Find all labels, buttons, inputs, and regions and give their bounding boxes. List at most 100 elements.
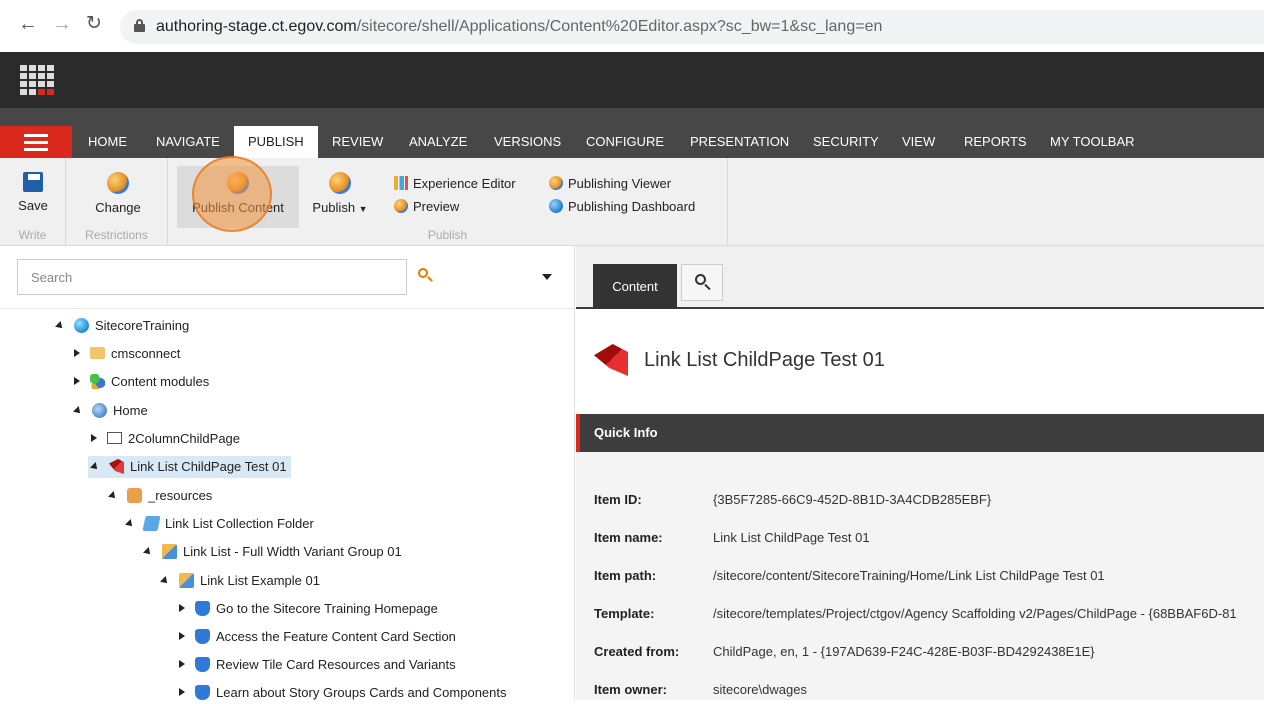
tree-item-content-modules[interactable]: Content modules [74, 371, 209, 393]
expand-icon[interactable] [179, 604, 185, 612]
folder-icon [90, 347, 105, 359]
item-id-label: Item ID: [594, 492, 642, 507]
write-group-label: Write [18, 228, 47, 242]
tree-item-link[interactable]: Access the Feature Content Card Section [179, 626, 456, 648]
tree-item-link-list-childpage-test-01[interactable]: Link List ChildPage Test 01 [88, 456, 291, 478]
tree-item-home[interactable]: Home [73, 400, 148, 422]
preview-button[interactable]: Preview [394, 199, 459, 219]
collapse-icon[interactable] [55, 321, 65, 331]
chevron-down-icon: ▼ [358, 204, 368, 214]
tab-my-toolbar[interactable]: MY TOOLBAR [1036, 126, 1149, 158]
tree-item-resources[interactable]: _resources [108, 485, 212, 507]
search-input[interactable] [18, 260, 406, 294]
search-field[interactable] [17, 259, 407, 295]
collapse-icon[interactable] [90, 462, 100, 472]
publishing-viewer-icon [549, 176, 563, 190]
collapse-icon[interactable] [73, 406, 83, 416]
tab-versions[interactable]: VERSIONS [480, 126, 575, 158]
lock-icon [134, 19, 145, 32]
quick-info-row: Template: /sitecore/templates/Project/ct… [576, 606, 1264, 626]
browser-bar: ← → ↻ authoring-stage.ct.egov.com/siteco… [0, 0, 1264, 52]
globe-clock-icon [107, 172, 129, 194]
publish-globe-icon [329, 172, 351, 194]
created-from-label: Created from: [594, 644, 680, 659]
template-label: Template: [594, 606, 655, 621]
link-list-example-icon [179, 573, 194, 588]
quick-info-row: Item path: /sitecore/content/SitecoreTra… [576, 568, 1264, 588]
item-owner-label: Item owner: [594, 682, 667, 697]
back-arrow-icon[interactable]: ← [18, 14, 38, 34]
quick-info-body: Item ID: {3B5F7285-66C9-452D-8B1D-3A4CDB… [576, 452, 1264, 700]
expand-icon[interactable] [91, 434, 97, 442]
quick-info-section-header[interactable]: Quick Info [576, 414, 1264, 452]
expand-icon[interactable] [179, 632, 185, 640]
template-value[interactable]: /sitecore/templates/Project/ctgov/Agency… [713, 606, 1237, 621]
divider [0, 308, 575, 309]
tab-home[interactable]: HOME [74, 126, 141, 158]
item-path-value[interactable]: /sitecore/content/SitecoreTraining/Home/… [713, 568, 1105, 583]
tab-review[interactable]: REVIEW [318, 126, 397, 158]
url-text[interactable]: authoring-stage.ct.egov.com/sitecore/she… [156, 18, 882, 36]
item-id-value[interactable]: {3B5F7285-66C9-452D-8B1D-3A4CDB285EBF} [713, 492, 991, 507]
quick-info-row: Created from: ChildPage, en, 1 - {197AD6… [576, 644, 1264, 664]
link-item-icon [195, 657, 210, 672]
click-indicator [192, 156, 272, 232]
reload-icon[interactable]: ↻ [86, 14, 102, 33]
tab-configure[interactable]: CONFIGURE [572, 126, 678, 158]
tab-presentation[interactable]: PRESENTATION [676, 126, 803, 158]
link-item-icon [195, 601, 210, 616]
expand-icon[interactable] [74, 349, 80, 357]
resources-box-icon [127, 488, 142, 503]
save-button[interactable]: Save [12, 166, 54, 228]
tree-item-2columnchildpage[interactable]: 2ColumnChildPage [91, 428, 240, 450]
forward-arrow-icon[interactable]: → [52, 14, 72, 34]
tab-analyze[interactable]: ANALYZE [395, 126, 481, 158]
restrictions-group-label: Restrictions [85, 228, 148, 242]
tab-content[interactable]: Content [593, 264, 677, 309]
restrictions-group: Change Restrictions [66, 158, 168, 246]
tree-item-link[interactable]: Learn about Story Groups Cards and Compo… [179, 682, 507, 704]
item-path-label: Item path: [594, 568, 657, 583]
tree-item-cmsconnect[interactable]: cmsconnect [74, 343, 180, 365]
search-options-dropdown-icon[interactable] [542, 274, 552, 280]
content-modules-icon [90, 374, 105, 389]
search-tab-button[interactable] [681, 264, 723, 301]
tree-item-link[interactable]: Go to the Sitecore Training Homepage [179, 598, 438, 620]
item-owner-value[interactable]: sitecore\dwages [713, 682, 807, 697]
created-from-value[interactable]: ChildPage, en, 1 - {197AD639-F24C-428E-B… [713, 644, 1095, 659]
tree-item-link-list-collection-folder[interactable]: Link List Collection Folder [125, 513, 314, 535]
tree-item-link-list-variant-group[interactable]: Link List - Full Width Variant Group 01 [143, 541, 402, 563]
publishing-dashboard-button[interactable]: Publishing Dashboard [549, 199, 695, 219]
change-restrictions-button[interactable]: Change [88, 166, 148, 228]
tab-security[interactable]: SECURITY [799, 126, 893, 158]
launchpad-grid-icon[interactable] [20, 65, 54, 95]
tree-item-sitecoretraining[interactable]: SitecoreTraining [55, 315, 189, 337]
tree-item-link[interactable]: Review Tile Card Resources and Variants [179, 654, 456, 676]
content-tree-panel: SitecoreTraining cmsconnect Content modu… [0, 246, 575, 700]
collapse-icon[interactable] [160, 576, 170, 586]
collapse-icon[interactable] [108, 491, 118, 501]
experience-editor-icon [394, 176, 408, 190]
item-name-value[interactable]: Link List ChildPage Test 01 [713, 530, 870, 545]
tree-item-link-list-example-01[interactable]: Link List Example 01 [160, 570, 320, 592]
item-title: Link List ChildPage Test 01 [644, 349, 885, 371]
quick-info-row: Item owner: sitecore\dwages [576, 682, 1264, 702]
expand-icon[interactable] [179, 688, 185, 696]
expand-icon[interactable] [74, 377, 80, 385]
tab-publish[interactable]: PUBLISH [234, 126, 318, 158]
publishing-viewer-button[interactable]: Publishing Viewer [549, 176, 671, 196]
hamburger-menu-icon[interactable] [0, 126, 72, 158]
tab-navigate[interactable]: NAVIGATE [142, 126, 234, 158]
tab-reports[interactable]: REPORTS [950, 126, 1041, 158]
tab-view[interactable]: VIEW [888, 126, 949, 158]
link-item-icon [195, 629, 210, 644]
variant-group-icon [162, 544, 177, 559]
collapse-icon[interactable] [125, 519, 135, 529]
address-bar[interactable]: authoring-stage.ct.egov.com/sitecore/she… [120, 10, 1264, 44]
publish-dropdown-button[interactable]: Publish ▼ [308, 166, 372, 228]
link-list-page-icon [594, 344, 628, 376]
collapse-icon[interactable] [143, 547, 153, 557]
search-icon[interactable] [418, 268, 433, 282]
expand-icon[interactable] [179, 660, 185, 668]
experience-editor-button[interactable]: Experience Editor [394, 176, 516, 196]
